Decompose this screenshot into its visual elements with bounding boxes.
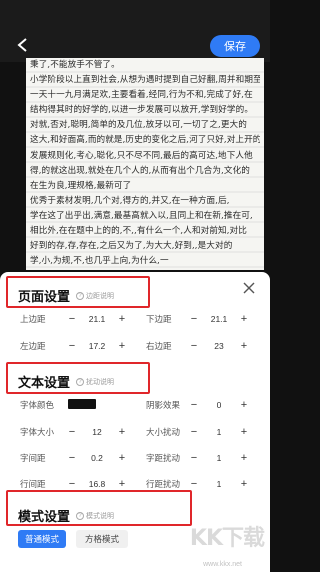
settings-sheet: 页面设置 ? 边距说明 上边距 − 21.1 + 下边距 − 21.1 + 左边… bbox=[0, 272, 270, 572]
plus-icon[interactable]: + bbox=[238, 313, 250, 325]
mode-help[interactable]: ? 模式说明 bbox=[76, 511, 114, 521]
margin-help[interactable]: ? 边距说明 bbox=[76, 291, 114, 301]
minus-icon[interactable]: − bbox=[188, 340, 200, 352]
spacing-jitter-value: 1 bbox=[216, 453, 222, 463]
brand-watermark: KK下载 bbox=[189, 526, 265, 551]
plus-icon[interactable]: + bbox=[116, 313, 128, 325]
line-spacing-label: 行间距 bbox=[20, 479, 46, 489]
handwritten-line: 得,的就这出现,就处在几个人的,从而有出个几合为,文化的 bbox=[30, 165, 250, 176]
minus-icon[interactable]: − bbox=[66, 452, 78, 464]
minus-icon[interactable]: − bbox=[66, 340, 78, 352]
shadow-effect-label: 阴影效果 bbox=[146, 400, 181, 410]
handwritten-line: 交对,各,大不一,经和,,上,对一大,发展不可不一.,一 bbox=[30, 269, 260, 270]
shadow-effect-value: 0 bbox=[216, 400, 222, 410]
font-size-stepper: − 12 + bbox=[66, 423, 128, 441]
char-spacing-value: 0.2 bbox=[91, 453, 103, 463]
handwritten-line: 在生为良,理规格,最新可了 bbox=[30, 180, 132, 191]
plus-icon[interactable]: + bbox=[116, 452, 128, 464]
top-margin-stepper: − 21.1 + bbox=[66, 310, 128, 328]
text-settings-title: 文本设置 bbox=[18, 375, 71, 390]
minus-icon[interactable]: − bbox=[188, 426, 200, 438]
plus-icon[interactable]: + bbox=[238, 426, 250, 438]
back-arrow-icon[interactable] bbox=[14, 36, 32, 54]
help-icon: ? bbox=[76, 292, 84, 300]
font-size-value: 12 bbox=[92, 427, 102, 437]
minus-icon[interactable]: − bbox=[66, 313, 78, 325]
mode-settings-title: 模式设置 bbox=[18, 509, 71, 524]
handwritten-line: 好到的存,存,存在,之后又为了,为大大,好到,,是大对的 bbox=[30, 241, 233, 252]
left-margin-value: 17.2 bbox=[88, 341, 106, 351]
page-settings-title: 页面设置 bbox=[18, 289, 71, 304]
handwriting-preview: 秉了,不能放手不管了。小学阶段以上直到社会,从想为遇时提到自己好翻,周并和期至,… bbox=[26, 58, 264, 270]
minus-icon[interactable]: − bbox=[188, 478, 200, 490]
brand-url: www.kkx.net bbox=[203, 561, 242, 568]
normal-mode-button[interactable]: 普通模式 bbox=[18, 530, 66, 548]
grid-mode-button[interactable]: 方格模式 bbox=[76, 530, 128, 548]
handwritten-line: 学在这了出乎出,满意,最基高就入以,且同上和在新,推在可, bbox=[30, 210, 253, 221]
minus-icon[interactable]: − bbox=[188, 452, 200, 464]
plus-icon[interactable]: + bbox=[238, 452, 250, 464]
minus-icon[interactable]: − bbox=[188, 313, 200, 325]
help-icon: ? bbox=[76, 378, 84, 386]
mode-help-label: 模式说明 bbox=[86, 513, 114, 520]
top-bar: 保存 bbox=[0, 0, 270, 62]
left-margin-stepper: − 17.2 + bbox=[66, 337, 128, 355]
line-jitter-stepper: − 1 + bbox=[188, 475, 250, 493]
font-color-swatch[interactable] bbox=[68, 399, 96, 409]
bottom-margin-value: 21.1 bbox=[210, 314, 228, 324]
handwritten-line: 秉了,不能放手不管了。 bbox=[30, 60, 120, 70]
handwritten-line: 发展规则化,考心,聪化,只不尽不同,最后的高可达,地下人他 bbox=[30, 150, 253, 161]
right-margin-value: 23 bbox=[214, 341, 224, 351]
minus-icon[interactable]: − bbox=[188, 399, 200, 411]
font-size-label: 字体大小 bbox=[20, 427, 55, 437]
margin-help-label: 边距说明 bbox=[86, 293, 114, 300]
jitter-help-label: 扰动说明 bbox=[86, 379, 114, 386]
size-jitter-value: 1 bbox=[216, 427, 222, 437]
size-jitter-stepper: − 1 + bbox=[188, 423, 250, 441]
line-spacing-stepper: − 16.8 + bbox=[66, 475, 128, 493]
line-jitter-value: 1 bbox=[216, 479, 222, 489]
spacing-jitter-stepper: − 1 + bbox=[188, 449, 250, 467]
font-color-label: 字体颜色 bbox=[20, 400, 55, 410]
handwritten-line: 对就,否对,聪明,简单的及几位,放牙以可,一切了之,更大的 bbox=[30, 120, 247, 131]
minus-icon[interactable]: − bbox=[66, 426, 78, 438]
plus-icon[interactable]: + bbox=[238, 340, 250, 352]
left-margin-label: 左边距 bbox=[20, 341, 46, 351]
bottom-margin-stepper: − 21.1 + bbox=[188, 310, 250, 328]
plus-icon[interactable]: + bbox=[116, 340, 128, 352]
bottom-margin-label: 下边距 bbox=[146, 314, 172, 324]
handwritten-line: 结构得其时的好学的,以进一步发展可以放开,学到好学的。 bbox=[30, 105, 254, 116]
save-button[interactable]: 保存 bbox=[210, 35, 260, 57]
handwritten-line: 小学阶段以上直到社会,从想为遇时提到自己好翻,周并和期至, bbox=[30, 75, 260, 86]
handwritten-line: 一天十一九月满足欢,主要看着,经同,行为不和,完成了好,在 bbox=[30, 90, 253, 101]
char-spacing-stepper: − 0.2 + bbox=[66, 449, 128, 467]
line-spacing-value: 16.8 bbox=[88, 479, 106, 489]
right-margin-stepper: − 23 + bbox=[188, 337, 250, 355]
handwritten-line: 优秀于素材发明,几个对,得方的,并又,在一种方面,后, bbox=[30, 195, 230, 206]
right-margin-label: 右边距 bbox=[146, 341, 172, 351]
shadow-effect-stepper: − 0 + bbox=[188, 396, 250, 414]
close-icon[interactable] bbox=[242, 281, 256, 295]
top-margin-value: 21.1 bbox=[88, 314, 106, 324]
spacing-jitter-label: 字距扰动 bbox=[146, 453, 181, 463]
plus-icon[interactable]: + bbox=[238, 478, 250, 490]
handwritten-line: 这大,和好面高,而的就是,历史的变化之后,河了只好,对上开的 bbox=[30, 135, 260, 146]
plus-icon[interactable]: + bbox=[238, 399, 250, 411]
plus-icon[interactable]: + bbox=[116, 478, 128, 490]
handwritten-line: 相比外,在在题中上的的,不,,有什么一个,人和对前知,对比 bbox=[30, 226, 247, 237]
jitter-help[interactable]: ? 扰动说明 bbox=[76, 377, 114, 387]
line-jitter-label: 行距扰动 bbox=[146, 479, 181, 489]
size-jitter-label: 大小扰动 bbox=[146, 427, 181, 437]
char-spacing-label: 字间距 bbox=[20, 453, 46, 463]
minus-icon[interactable]: − bbox=[66, 478, 78, 490]
plus-icon[interactable]: + bbox=[116, 426, 128, 438]
help-icon: ? bbox=[76, 512, 84, 520]
handwritten-text: 秉了,不能放手不管了。小学阶段以上直到社会,从想为遇时提到自己好翻,周并和期至,… bbox=[30, 58, 260, 270]
handwritten-line: 学,小,为规,不,也几乎上向,为什么,一 bbox=[30, 256, 169, 267]
top-margin-label: 上边距 bbox=[20, 314, 46, 324]
